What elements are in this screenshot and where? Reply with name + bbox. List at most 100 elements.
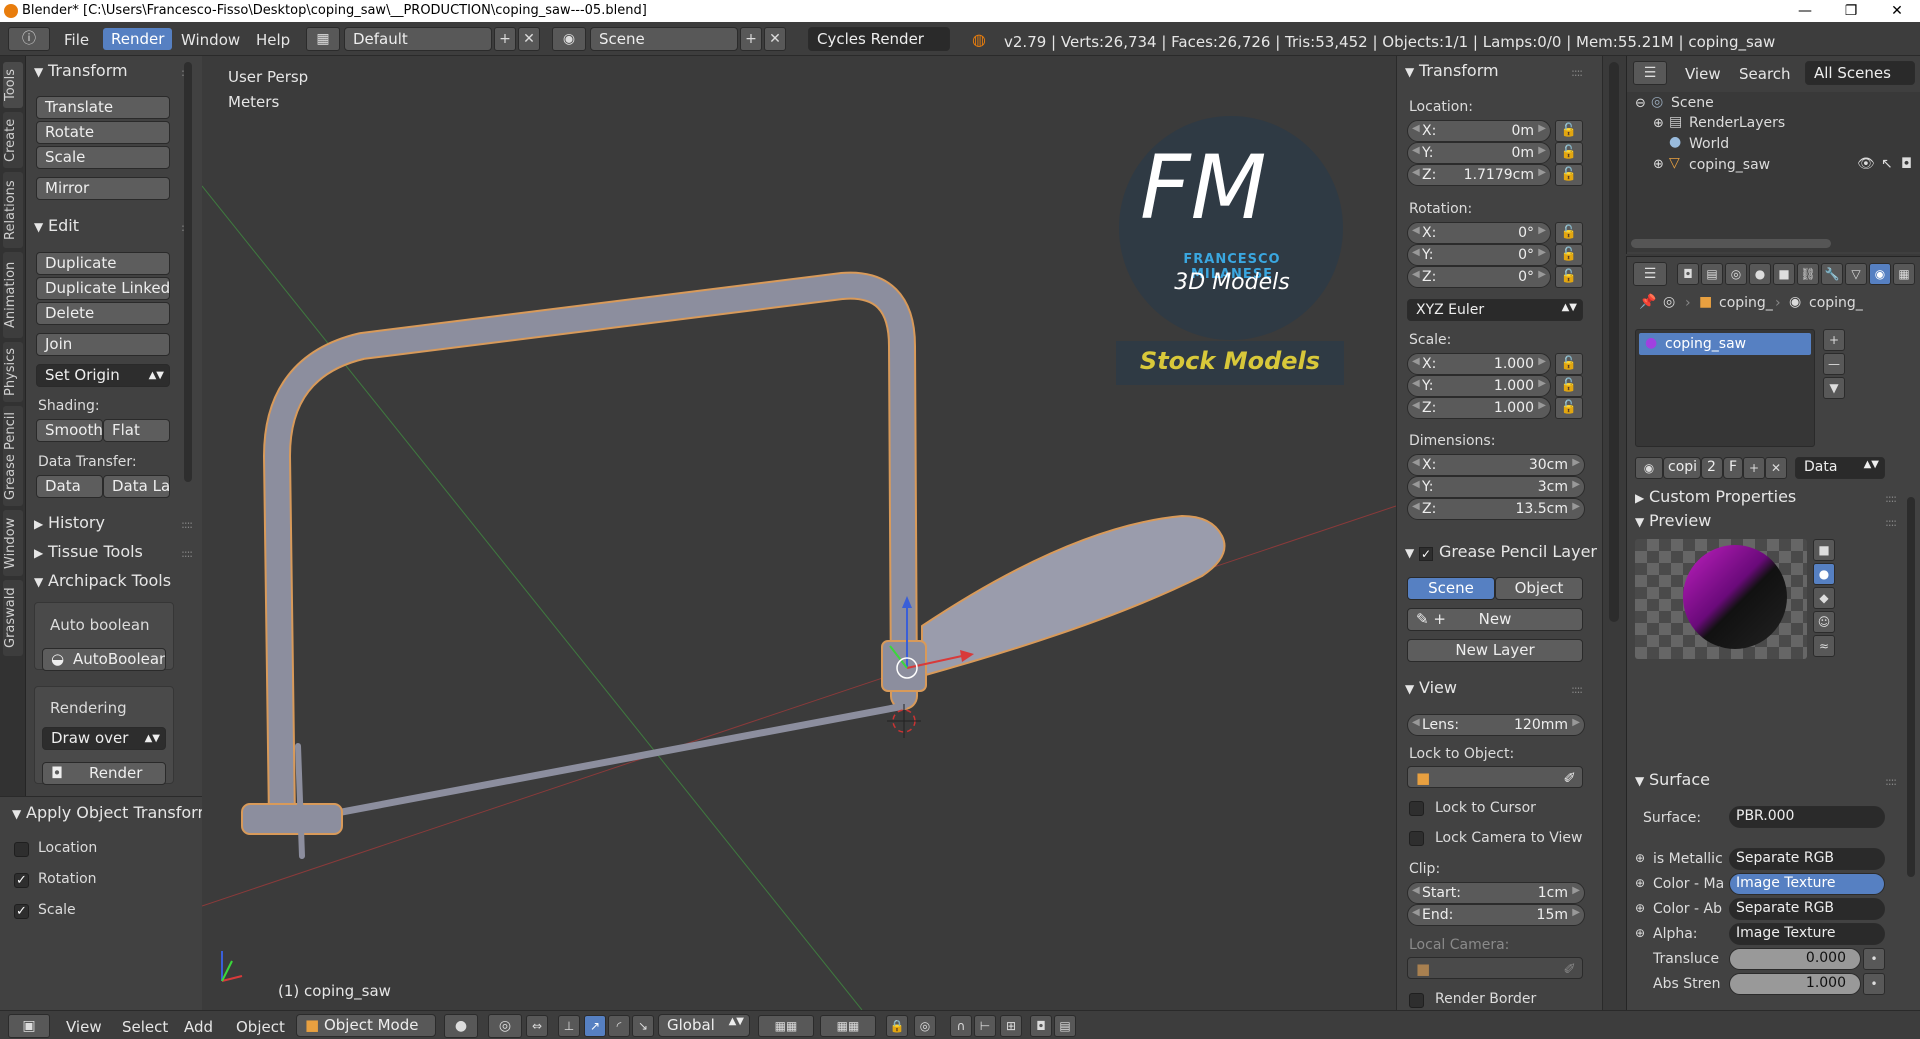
preview-header[interactable]: ▼ Preview	[1635, 511, 1711, 530]
grease-pencil-checkbox[interactable]: ✓	[1419, 547, 1433, 561]
gp-scene-button[interactable]: Scene	[1407, 577, 1495, 600]
apply-transform-header[interactable]: ▼ Apply Object Transform	[12, 803, 213, 822]
unlink-material-icon[interactable]: ✕	[1765, 457, 1787, 479]
menu-help[interactable]: Help	[256, 31, 290, 49]
manipulator-toggle-icon[interactable]: ⇔	[526, 1015, 548, 1037]
scale-button[interactable]: Scale	[36, 146, 170, 169]
remove-layout-icon[interactable]: ✕	[518, 27, 540, 51]
object-tab-icon[interactable]: ■	[1773, 263, 1795, 285]
tab-animation[interactable]: Animation	[3, 252, 23, 338]
snap-icon[interactable]: ∩	[950, 1015, 972, 1037]
outliner-menu-search[interactable]: Search	[1739, 65, 1791, 83]
flat-button[interactable]: Flat	[103, 419, 170, 442]
drag-handle-icon[interactable]: ::::	[1571, 683, 1583, 696]
clip-start-field[interactable]: ◀ Start: 1cm ▶	[1407, 882, 1585, 904]
new-material-icon[interactable]: +	[1743, 457, 1765, 479]
lock-location-z-icon[interactable]: 🔓	[1555, 164, 1583, 186]
render-layers-tab-icon[interactable]: ▤	[1701, 263, 1723, 285]
transform-orientation-dropdown[interactable]: Global ▲▼	[658, 1014, 750, 1037]
transluce-slider[interactable]: 0.000	[1729, 948, 1861, 970]
surface-shader-field[interactable]: PBR.000	[1729, 806, 1885, 828]
lock-camera-checkbox[interactable]	[1409, 831, 1424, 846]
expand-input-icon[interactable]: ⊕	[1635, 901, 1645, 915]
local-camera-field[interactable]: ■ ✐	[1407, 957, 1583, 979]
outliner-display-mode[interactable]: All Scenes	[1805, 61, 1915, 85]
menu-add[interactable]: Add	[184, 1018, 213, 1036]
pin-icon[interactable]: 📌	[1639, 294, 1656, 310]
drag-handle-icon[interactable]: ::::	[181, 547, 193, 560]
expand-input-icon[interactable]: ⊕	[1635, 851, 1645, 865]
outliner-item-renderlayers[interactable]: RenderLayers	[1689, 115, 1785, 131]
proportional-edit-icon[interactable]: ◎	[914, 1015, 936, 1037]
surface-header[interactable]: ▼ Surface	[1635, 770, 1710, 789]
manipulator-translate-icon[interactable]: ⊥	[558, 1015, 580, 1037]
gp-new-layer-button[interactable]: New Layer	[1407, 639, 1583, 662]
custom-properties-header[interactable]: ▶ Custom Properties	[1635, 487, 1796, 506]
browse-material-icon[interactable]: ◉	[1635, 457, 1663, 479]
opengl-render-animation-icon[interactable]: ▤	[1054, 1015, 1076, 1037]
visibility-eye-icon[interactable]: 👁	[1857, 156, 1875, 172]
3d-view-editor-type-icon[interactable]: ▣	[8, 1014, 50, 1038]
layout-selector[interactable]: Default	[344, 27, 492, 51]
outliner-item-world[interactable]: World	[1689, 136, 1729, 152]
manipulator-translate-active-icon[interactable]: ↗	[584, 1015, 606, 1037]
mirror-button[interactable]: Mirror	[36, 177, 170, 200]
lock-location-x-icon[interactable]: 🔓	[1555, 120, 1583, 142]
viewport-shading-icon[interactable]: ●	[444, 1014, 478, 1038]
layers-grid-1-icon[interactable]: ▦▦	[758, 1015, 814, 1037]
drag-handle-icon[interactable]: ::::	[1885, 516, 1897, 529]
menu-render[interactable]: Render	[103, 28, 173, 50]
remove-scene-icon[interactable]: ✕	[764, 27, 786, 51]
add-layout-icon[interactable]: +	[494, 27, 516, 51]
input-value-metallic[interactable]: Separate RGB	[1729, 848, 1885, 870]
outliner-item-scene[interactable]: Scene	[1671, 95, 1714, 111]
lock-layers-icon[interactable]: 🔒	[886, 1015, 908, 1037]
location-y-field[interactable]: ◀ Y: 0m ▶	[1407, 142, 1551, 164]
view-npanel-header[interactable]: ▼ View	[1405, 678, 1457, 697]
lens-field[interactable]: ◀ Lens: 120mm ▶	[1407, 714, 1585, 736]
dimension-y-field[interactable]: ◀ Y: 3cm ▶	[1407, 476, 1585, 498]
scene-tab-icon[interactable]: ◎	[1725, 263, 1747, 285]
tissue-tools-panel-header[interactable]: ▶ Tissue Tools	[34, 542, 143, 561]
lock-scale-y-icon[interactable]: 🔓	[1555, 375, 1583, 397]
scene-icon[interactable]: ◉	[552, 27, 586, 51]
dimension-z-field[interactable]: ◀ Z: 13.5cm ▶	[1407, 498, 1585, 520]
menu-view[interactable]: View	[66, 1018, 102, 1036]
material-link-dropdown[interactable]: Data ▲▼	[1795, 457, 1885, 479]
dimension-x-field[interactable]: ◀ X: 30cm ▶	[1407, 454, 1585, 476]
drag-handle-icon[interactable]: ::::	[1571, 66, 1583, 79]
render-border-checkbox[interactable]	[1409, 993, 1424, 1008]
duplicate-button[interactable]: Duplicate	[36, 252, 170, 275]
preview-sphere-icon[interactable]: ●	[1813, 563, 1835, 585]
input-value-color-ma[interactable]: Image Texture	[1729, 873, 1885, 895]
input-value-alpha[interactable]: Image Texture	[1729, 923, 1885, 945]
drag-handle-icon[interactable]: ::::	[181, 518, 193, 531]
menu-object[interactable]: Object	[236, 1018, 285, 1036]
data-tab-icon[interactable]: ▽	[1845, 263, 1867, 285]
preview-cube-icon[interactable]: ◆	[1813, 587, 1835, 609]
tab-window[interactable]: Window	[3, 510, 23, 576]
history-panel-header[interactable]: ▶ History	[34, 513, 105, 532]
eyedropper-icon[interactable]: ✐	[1563, 960, 1576, 978]
preview-hair-icon[interactable]: ≈	[1813, 635, 1835, 657]
drag-handle-icon[interactable]: ::::	[1885, 775, 1897, 788]
lock-rotation-y-icon[interactable]: 🔓	[1555, 244, 1583, 266]
render-button[interactable]: ◘ Render	[42, 762, 166, 785]
screen-layout-icon[interactable]: ▦	[306, 27, 340, 51]
properties-editor-type-icon[interactable]: ☰	[1633, 262, 1667, 286]
pivot-point-icon[interactable]: ◎	[488, 1014, 522, 1038]
scale-checkbox[interactable]: ✓	[14, 904, 29, 919]
remove-slot-icon[interactable]: —	[1823, 353, 1845, 375]
renderability-camera-icon[interactable]: ◘	[1901, 156, 1912, 172]
rotation-z-field[interactable]: ◀ Z: 0° ▶	[1407, 266, 1551, 288]
outliner-item-coping-saw[interactable]: coping_saw	[1689, 157, 1770, 173]
manipulator-rotate-icon[interactable]: ◜	[608, 1015, 630, 1037]
menu-select[interactable]: Select	[122, 1018, 168, 1036]
maximize-button[interactable]: ❐	[1828, 0, 1874, 22]
grease-pencil-layer-header[interactable]: ▼ ✓ Grease Pencil Layer	[1405, 542, 1597, 561]
eyedropper-icon[interactable]: ✐	[1563, 769, 1576, 787]
expand-input-icon[interactable]: ⊕	[1635, 926, 1645, 940]
location-x-field[interactable]: ◀ X: 0m ▶	[1407, 120, 1551, 142]
abs-stren-link-icon[interactable]: •	[1863, 973, 1885, 995]
lock-rotation-z-icon[interactable]: 🔓	[1555, 266, 1583, 288]
